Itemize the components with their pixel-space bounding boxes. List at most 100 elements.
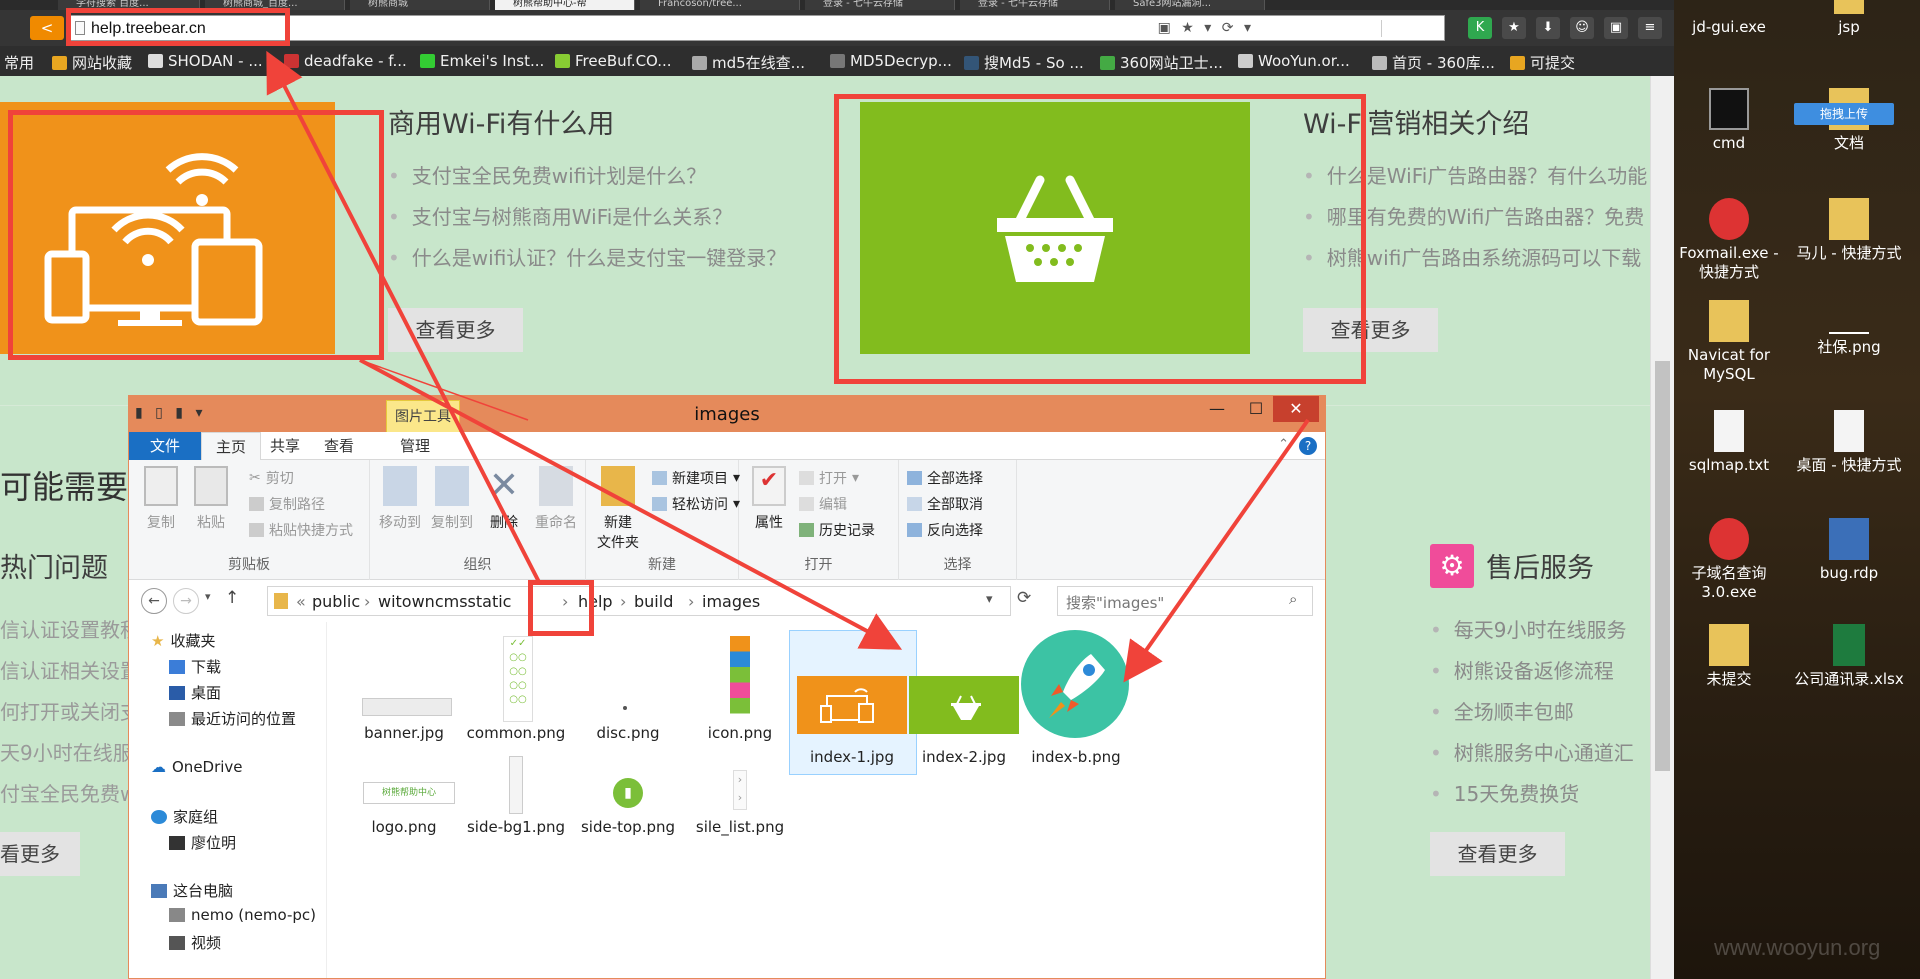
back-arrow-icon[interactable]: ← xyxy=(141,588,167,614)
tab-share[interactable]: 共享 xyxy=(256,432,314,460)
tools-icon[interactable]: ▣ xyxy=(1604,17,1628,39)
extension-k-icon[interactable]: K xyxy=(1468,17,1492,39)
refresh-icon[interactable]: ⟳ xyxy=(1017,588,1031,608)
list-item[interactable]: 什么是wifi认证？什么是支付宝一键登录？ xyxy=(388,242,787,283)
see-more-button[interactable]: 查看更多 xyxy=(1430,832,1565,876)
rename-button[interactable]: 重命名 xyxy=(530,466,582,532)
forward-arrow-icon[interactable]: → xyxy=(173,588,199,614)
nav-downloads[interactable]: 下载 xyxy=(169,656,221,677)
download-icon[interactable]: ⬇ xyxy=(1536,17,1560,39)
bookmark-item[interactable]: SHODAN - ... xyxy=(148,52,263,70)
list-item[interactable]: 树熊服务中心通道汇 xyxy=(1430,737,1634,778)
back-button[interactable]: < xyxy=(30,16,64,40)
copy-to-button[interactable]: 复制到 xyxy=(426,466,478,532)
desktop-icon-foxmail[interactable]: Foxmail.exe - 快捷方式 xyxy=(1674,198,1784,282)
browser-tab[interactable]: 树熊商城 xyxy=(350,0,490,10)
breadcrumb-item[interactable]: images xyxy=(702,592,760,611)
desktop-icon-sqlmap[interactable]: sqlmap.txt xyxy=(1674,410,1784,475)
file-item[interactable]: icon.png xyxy=(675,636,805,746)
list-item[interactable]: 全场顺丰包邮 xyxy=(1430,696,1634,737)
star-icon[interactable]: ★ xyxy=(1502,17,1526,39)
scrollbar-thumb[interactable] xyxy=(1655,361,1670,771)
file-item[interactable]: disc.png xyxy=(563,636,693,746)
chevron-right-icon[interactable]: › xyxy=(620,592,626,611)
desktop-icon-maer[interactable]: 马儿 - 快捷方式 xyxy=(1794,198,1904,263)
file-item[interactable]: › › sile_list.png xyxy=(675,756,805,846)
file-item[interactable]: index-2.jpg xyxy=(899,630,1029,766)
paste-button[interactable]: 粘贴 xyxy=(185,466,237,532)
desktop-icon-contacts[interactable]: 公司通讯录.xlsx xyxy=(1794,624,1904,689)
drag-upload-badge[interactable]: 拖拽上传 xyxy=(1794,103,1894,125)
chevron-up-icon[interactable]: ⌃ xyxy=(1278,437,1289,452)
breadcrumb-item[interactable]: public xyxy=(312,592,360,611)
cut-button[interactable]: ✂ 剪切 xyxy=(249,468,294,488)
select-none-button[interactable]: 全部取消 xyxy=(907,494,983,514)
search-icon[interactable]: ⌕ xyxy=(1289,590,1297,608)
desktop-icon-desktop-shortcut[interactable]: 桌面 - 快捷方式 xyxy=(1794,410,1904,475)
new-item-button[interactable]: 新建项目 ▾ xyxy=(652,468,740,488)
properties-button[interactable]: ✔ 属性 xyxy=(743,466,795,532)
list-item[interactable]: 天9小时在线服 xyxy=(0,737,133,766)
paste-shortcut-button[interactable]: 粘贴快捷方式 xyxy=(249,520,353,540)
desktop-icon-jsp[interactable]: jsp xyxy=(1794,0,1904,37)
chevron-right-icon[interactable]: › xyxy=(364,592,370,611)
list-item[interactable]: 支付宝与树熊商用WiFi是什么关系？ xyxy=(388,201,786,242)
list-item[interactable]: 信认证设置教程 xyxy=(0,614,140,643)
chevron-down-icon[interactable]: ▾ xyxy=(986,592,993,607)
bookmark-item[interactable]: MD5Decryp... xyxy=(830,52,952,70)
see-more-button[interactable]: 查看更多 xyxy=(388,308,523,352)
bookmark-item[interactable]: 首页 - 360库... xyxy=(1372,52,1495,73)
browser-tab[interactable]: 登录 - 七牛云存储 xyxy=(960,0,1110,10)
folder-search-input[interactable]: 搜索"images" xyxy=(1057,586,1313,616)
delete-button[interactable]: ✕ 删除 xyxy=(478,466,530,532)
list-item[interactable]: 何打开或关闭支 xyxy=(0,696,140,725)
games-icon[interactable]: ☺ xyxy=(1570,17,1594,39)
file-item[interactable]: index-b.png xyxy=(1011,630,1141,766)
nav-desktop[interactable]: 桌面 xyxy=(169,682,221,703)
invert-selection-button[interactable]: 反向选择 xyxy=(907,520,983,540)
copy-path-button[interactable]: 复制路径 xyxy=(249,494,325,514)
browser-tab-active[interactable]: 树熊帮助中心-帮 xyxy=(495,0,635,10)
recent-dropdown-icon[interactable]: ▾ xyxy=(205,590,211,603)
nav-videos[interactable]: 视频 xyxy=(169,932,221,953)
move-to-button[interactable]: 移动到 xyxy=(374,466,426,532)
browser-tab[interactable]: Francoson/tree... xyxy=(640,0,800,10)
bookmark-item[interactable]: Emkei's Inst... xyxy=(420,52,544,70)
desktop-icon-cmd[interactable]: cmd xyxy=(1674,88,1784,153)
nav-this-pc[interactable]: 这台电脑 xyxy=(151,880,233,901)
bookmark-item[interactable]: 常用 xyxy=(4,52,34,73)
file-item[interactable]: ✓✓ ○○ ○○ ○○ ○○ common.png xyxy=(451,636,581,746)
address-breadcrumb[interactable]: « public › witowncmsstatic › help › buil… xyxy=(267,586,1011,616)
browser-tab[interactable]: 登录 - 七牛云存储 xyxy=(805,0,955,10)
history-button[interactable]: 历史记录 xyxy=(799,520,875,540)
file-item[interactable]: ▮ side-top.png xyxy=(563,756,693,846)
edit-button[interactable]: 编辑 xyxy=(799,494,847,514)
list-item[interactable]: 每天9小时在线服务 xyxy=(1430,614,1634,655)
file-item-selected[interactable]: index-1.jpg xyxy=(787,630,917,775)
see-more-button[interactable]: 看更多 xyxy=(0,832,80,876)
list-item[interactable]: 树熊设备返修流程 xyxy=(1430,655,1634,696)
desktop-icon-rdp[interactable]: bug.rdp xyxy=(1794,518,1904,583)
desktop-icon-subdomain[interactable]: 子域名查询3.0.exe xyxy=(1674,518,1784,602)
explorer-titlebar[interactable]: ▮ ▯ ▮ ▾ images — ☐ ✕ xyxy=(129,396,1325,432)
page-scrollbar[interactable] xyxy=(1650,76,1674,979)
tab-home[interactable]: 主页 xyxy=(201,432,262,460)
breadcrumb-overflow[interactable]: « xyxy=(296,592,306,611)
tab-view[interactable]: 查看 xyxy=(310,432,368,460)
url-action-icons[interactable]: ▣ ★ ▾ ⟳ ▾ xyxy=(1158,20,1254,36)
file-item[interactable]: banner.jpg xyxy=(339,636,469,746)
list-item[interactable]: 支付宝全民免费wifi计划是什么？ xyxy=(388,160,786,201)
browser-tab[interactable]: Safe3网站漏洞... xyxy=(1115,0,1265,10)
nav-homegroup[interactable]: 家庭组 xyxy=(151,806,218,827)
list-item[interactable]: 付宝全民免费w xyxy=(0,778,136,807)
help-icon[interactable]: ? xyxy=(1299,437,1317,455)
breadcrumb-item[interactable]: build xyxy=(634,592,673,611)
chevron-right-icon[interactable]: › xyxy=(688,592,694,611)
list-item[interactable]: 15天免费换货 xyxy=(1430,778,1634,819)
bookmark-item[interactable]: 搜Md5 - So ... xyxy=(964,52,1084,73)
desktop-icon-jd-gui[interactable]: jd-gui.exe xyxy=(1674,0,1784,37)
bookmark-item[interactable]: deadfake - f... xyxy=(284,52,407,70)
select-all-button[interactable]: 全部选择 xyxy=(907,468,983,488)
nav-network-drive[interactable]: nemo (nemo-pc) xyxy=(169,906,316,924)
easy-access-button[interactable]: 轻松访问 ▾ xyxy=(652,494,740,514)
